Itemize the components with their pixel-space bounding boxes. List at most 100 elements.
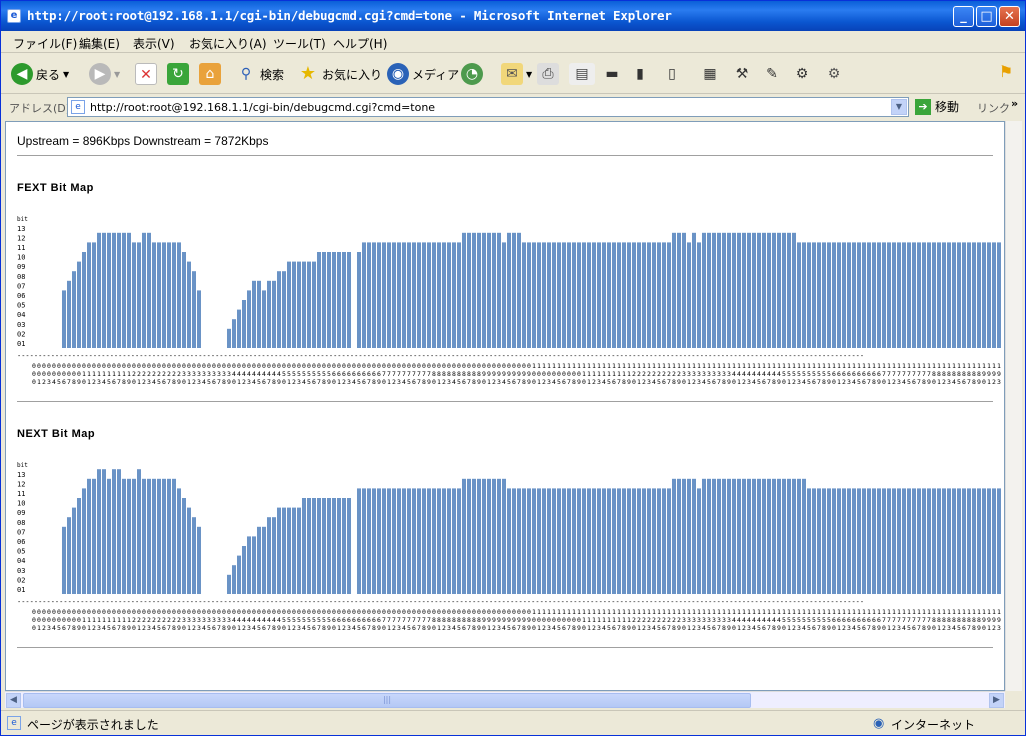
discuss-button[interactable]: ▬ [601, 61, 623, 87]
scroll-left-icon[interactable]: ◀ [6, 693, 21, 708]
x-tick-label: 0 [197, 608, 201, 616]
x-tick-label: 2 [942, 624, 946, 632]
bit-bar [692, 478, 696, 594]
x-tick-label: 3 [547, 624, 551, 632]
address-input[interactable]: e http://root:root@192.168.1.1/cgi-bin/d… [67, 97, 909, 117]
x-tick-label: 5 [817, 616, 821, 624]
horizontal-scrollbar[interactable]: ◀ ||| ▶ [5, 691, 1005, 708]
x-tick-label: 1 [807, 362, 811, 370]
chevron-right-icon[interactable]: » [1011, 97, 1018, 110]
x-tick-label: 1 [287, 378, 291, 386]
x-tick-label: 0 [372, 608, 376, 616]
bit-bar [527, 242, 531, 348]
title-bar[interactable]: e http://root:root@192.168.1.1/cgi-bin/d… [1, 1, 1025, 31]
print-button[interactable]: ⎙ [537, 61, 559, 87]
x-tick-label: 5 [307, 624, 311, 632]
x-tick-label: 3 [197, 378, 201, 386]
x-tick-label: 1 [897, 608, 901, 616]
x-tick-label: 0 [342, 362, 346, 370]
mail-button[interactable]: ✉ ▼ [501, 61, 532, 87]
links-button[interactable]: リンク [977, 100, 1010, 116]
x-tick-label: 0 [327, 362, 331, 370]
close-button[interactable]: ✕ [999, 6, 1020, 27]
x-tick-label: 7 [417, 378, 421, 386]
forward-dropdown-icon[interactable]: ▼ [114, 70, 120, 79]
x-tick-label: 5 [907, 624, 911, 632]
favorites-button[interactable]: ★ お気に入り [297, 61, 382, 87]
history-button[interactable]: ◔ [461, 61, 483, 87]
research-button[interactable]: ▯ [661, 61, 683, 87]
x-tick-label: 1 [907, 608, 911, 616]
go-button[interactable]: ➔ 移動 [915, 98, 959, 115]
divider-bottom [17, 647, 993, 649]
x-tick-label: 5 [707, 378, 711, 386]
y-tick-label: 13 [17, 471, 25, 479]
bit-bar [787, 232, 791, 348]
x-tick-label: 1 [937, 378, 941, 386]
menu-tools[interactable]: ツール(T) [273, 35, 326, 52]
settings2-button[interactable]: ⚙ [823, 61, 845, 87]
x-tick-label: 1 [582, 616, 586, 624]
x-tick-label: 2 [642, 616, 646, 624]
x-tick-label: 2 [652, 616, 656, 624]
x-tick-label: 2 [657, 616, 661, 624]
vertical-scrollbar[interactable] [1005, 121, 1022, 691]
x-tick-label: 1 [587, 370, 591, 378]
x-tick-label: 1 [592, 362, 596, 370]
refresh-button[interactable]: ↻ [167, 61, 189, 87]
x-tick-label: 7 [367, 378, 371, 386]
x-tick-label: 1 [577, 608, 581, 616]
x-tick-label: 0 [732, 378, 736, 386]
minimize-button[interactable]: _ [953, 6, 974, 27]
bit-bar [842, 242, 846, 348]
menu-file[interactable]: ファイル(F) [13, 35, 77, 52]
x-tick-label: 1 [892, 362, 896, 370]
x-tick-label: 0 [182, 378, 186, 386]
settings-button[interactable]: ⚙ [791, 61, 813, 87]
home-button[interactable]: ⌂ [199, 61, 221, 87]
x-tick-label: 3 [712, 616, 716, 624]
x-tick-label: 9 [477, 378, 481, 386]
media-button[interactable]: ◉ メディア [387, 61, 459, 87]
bit-bar [497, 232, 501, 348]
messenger-button[interactable]: ▮ [629, 61, 651, 87]
x-tick-label: 1 [117, 616, 121, 624]
search-button[interactable]: ⚲ 検索 [235, 61, 284, 87]
x-tick-label: 1 [742, 608, 746, 616]
bit-bar [252, 536, 256, 594]
scroll-thumb[interactable]: ||| [23, 693, 751, 708]
menu-edit[interactable]: 編集(E) [79, 35, 120, 52]
pen-button[interactable]: ✎ [761, 61, 783, 87]
x-tick-label: 0 [72, 370, 76, 378]
x-tick-label: 9 [997, 370, 1001, 378]
x-tick-label: 4 [752, 616, 756, 624]
x-tick-label: 9 [277, 378, 281, 386]
scroll-right-icon[interactable]: ▶ [989, 693, 1004, 708]
x-tick-label: 0 [302, 362, 306, 370]
x-tick-label: 1 [777, 608, 781, 616]
bit-bar [127, 232, 131, 348]
edit-button[interactable]: ▤ [569, 61, 595, 87]
address-dropdown-icon[interactable]: ▼ [891, 99, 907, 115]
back-dropdown-icon[interactable]: ▼ [63, 70, 69, 79]
x-tick-label: 4 [52, 378, 56, 386]
tools-button[interactable]: ⚒ [731, 61, 753, 87]
maximize-button[interactable]: □ [976, 6, 997, 27]
bit-bar [752, 232, 756, 348]
forward-button[interactable]: ▶ ▼ [89, 61, 120, 87]
menu-view[interactable]: 表示(V) [133, 35, 175, 52]
calculator-button[interactable]: ▦ [699, 61, 721, 87]
x-tick-label: 5 [287, 370, 291, 378]
menu-help[interactable]: ヘルプ(H) [333, 35, 387, 52]
x-tick-label: 1 [87, 378, 91, 386]
mail-dropdown-icon[interactable]: ▼ [526, 70, 532, 79]
bit-bar [317, 252, 321, 348]
x-tick-label: 8 [447, 370, 451, 378]
x-tick-label: 4 [737, 370, 741, 378]
bit-bar [942, 488, 946, 594]
x-tick-label: 0 [527, 362, 531, 370]
menu-favorites[interactable]: お気に入り(A) [189, 35, 267, 52]
stop-button[interactable]: ✕ [135, 61, 157, 87]
back-button[interactable]: ◀ 戻る ▼ [11, 61, 69, 87]
bit-bar [287, 507, 291, 594]
